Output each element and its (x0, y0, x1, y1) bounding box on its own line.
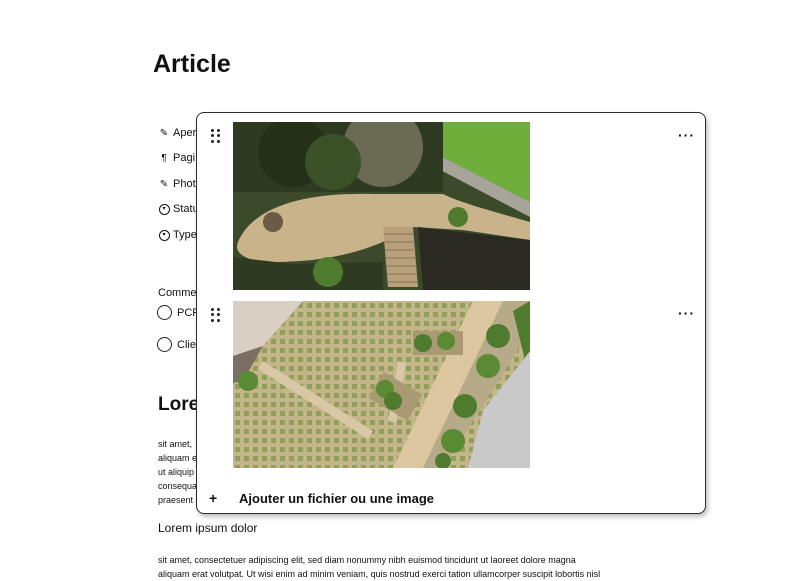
property-label: Type (173, 229, 197, 241)
pencil-icon: ✎ (159, 127, 169, 139)
radio-icon[interactable] (157, 305, 172, 320)
comments-option-pcr[interactable]: PCR (157, 305, 200, 320)
section-heading: Lore (158, 394, 200, 415)
property-label: Pagi (173, 152, 196, 164)
chevron-circle-icon: ▾ (157, 203, 171, 215)
more-options-button[interactable]: ··· (678, 306, 695, 320)
add-file-label: Ajouter un fichier ou une image (239, 490, 435, 506)
property-label: Statu (173, 203, 199, 215)
more-options-button[interactable]: ··· (678, 128, 695, 142)
property-row-statu[interactable]: ▾ Statu (157, 200, 199, 218)
paragraph-icon: ¶ (161, 152, 167, 164)
add-file-or-image-button[interactable]: + Ajouter un fichier ou une image (209, 490, 434, 506)
property-label: Aper (173, 127, 197, 139)
property-row-phot[interactable]: ✎ Phot (157, 175, 196, 193)
courtyard-aerial-image[interactable] (233, 301, 530, 468)
property-row-aper[interactable]: ✎ Aper (157, 124, 196, 142)
pencil-icon: ✎ (159, 178, 169, 190)
image-gallery-popover[interactable]: ··· ··· + Ajouter un fichier ou une imag… (196, 112, 706, 514)
lorem-subheading: Lorem ipsum dolor (158, 521, 258, 535)
radio-icon[interactable] (157, 337, 172, 352)
property-row-type[interactable]: ▾ Type (157, 226, 197, 244)
garden-aerial-image[interactable] (233, 122, 530, 290)
comments-label: Comme (158, 287, 197, 299)
page-title: Article (153, 50, 231, 78)
drag-handle-icon[interactable] (211, 129, 221, 143)
plus-icon: + (209, 490, 218, 506)
comments-option-clie[interactable]: Clie (157, 337, 196, 352)
radio-label: Clie (177, 338, 196, 351)
drag-handle-icon[interactable] (211, 308, 221, 322)
lorem-paragraph-2: sit amet, consectetuer adipiscing elit, … (158, 555, 601, 579)
property-label: Phot (173, 178, 196, 190)
property-row-pagi[interactable]: ¶ Pagi (157, 149, 195, 167)
chevron-circle-icon: ▾ (157, 229, 171, 241)
